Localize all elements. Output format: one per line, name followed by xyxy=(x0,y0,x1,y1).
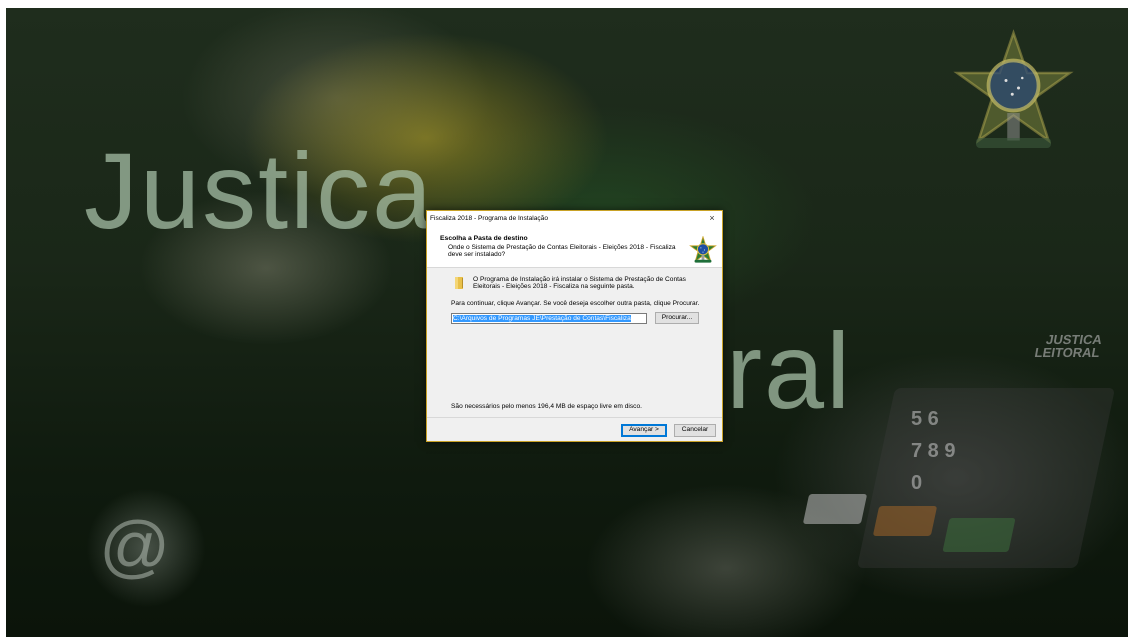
destination-path-input[interactable]: C:\Arquivos de Programas JE\Prestação de… xyxy=(451,313,647,324)
background-word-justica: Justica xyxy=(84,130,435,251)
close-icon[interactable]: × xyxy=(706,213,718,223)
at-sign-graphic: @ xyxy=(98,507,170,585)
brazil-coat-of-arms-icon xyxy=(953,29,1074,148)
folder-icon xyxy=(455,277,463,289)
keypad-orange-button xyxy=(872,506,938,536)
disk-space-text: São necessários pelo menos 196,4 MB de e… xyxy=(451,403,642,410)
dialog-titlebar: Fiscaliza 2018 - Programa de Instalação … xyxy=(427,211,722,225)
justica-eleitoral-stamp: JUSTICA LEITORAL xyxy=(1033,332,1104,360)
installer-dialog: Fiscaliza 2018 - Programa de Instalação … xyxy=(426,210,723,442)
wizard-body: O Programa de Instalação irá instalar o … xyxy=(427,268,722,441)
next-button[interactable]: Avançar > xyxy=(621,424,667,437)
brazil-coat-of-arms-icon xyxy=(689,236,717,263)
install-info-text: O Programa de Instalação irá instalar o … xyxy=(473,276,686,291)
wizard-header: Escolha a Pasta de destino Onde o Sistem… xyxy=(427,225,722,268)
cancel-button[interactable]: Cancelar xyxy=(674,424,716,437)
keypad-white-button xyxy=(802,494,868,524)
wizard-step-title: Escolha a Pasta de destino xyxy=(440,235,528,242)
continue-instructions: Para continuar, clique Avançar. Se você … xyxy=(451,300,700,307)
browse-button[interactable]: Procurar... xyxy=(655,312,699,324)
destination-path-value: C:\Arquivos de Programas JE\Prestação de… xyxy=(453,315,631,322)
footer-divider xyxy=(427,417,722,418)
wizard-step-subtitle: Onde o Sistema de Prestação de Contas El… xyxy=(448,244,676,259)
keypad-digits: 5 6 7 8 9 0 xyxy=(911,408,956,494)
dialog-title: Fiscaliza 2018 - Programa de Instalação xyxy=(430,214,549,222)
keypad-green-button xyxy=(942,518,1016,552)
